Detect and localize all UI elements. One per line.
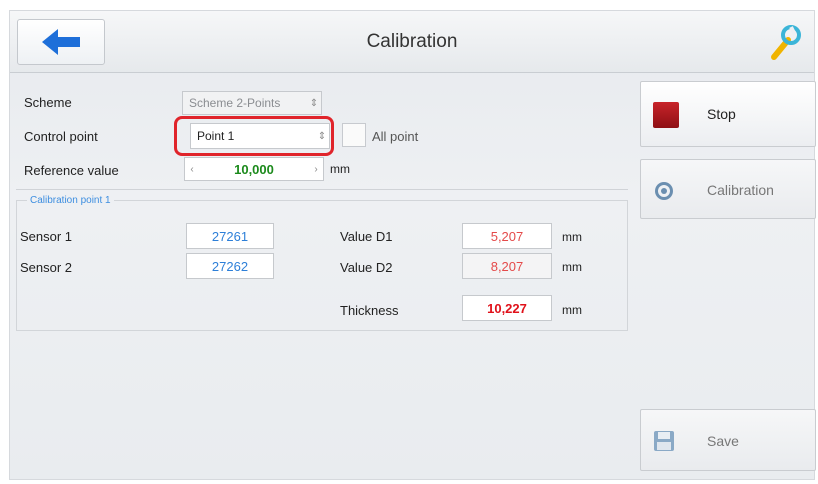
thickness-text: 10,227 [487,300,527,316]
increment-icon[interactable]: › [309,164,323,175]
control-point-select-value: Point 1 [197,129,235,143]
wrench-icon[interactable] [764,23,804,63]
scheme-select-value: Scheme 2-Points [189,96,281,110]
page-title: Calibration [366,31,458,52]
gear-icon [655,182,673,200]
sensor1-value-text: 27261 [211,228,249,244]
stop-square-icon [653,102,679,128]
value-d1-unit: mm [562,230,582,244]
scheme-select[interactable]: Scheme 2-Points ⇕ [182,91,322,115]
calibration-point-legend: Calibration point 1 [30,195,111,206]
value-d1-label: Value D1 [340,229,393,244]
save-button-label: Save [707,433,739,449]
value-d1-text: 5,207 [490,228,524,244]
select-arrows-icon: ⇕ [309,97,319,109]
save-button[interactable]: Save [640,409,816,471]
divider [16,189,628,190]
value-d2-label: Value D2 [340,260,393,275]
header-bar: Calibration [10,11,814,73]
value-d2-field: 8,207 [462,253,552,279]
floppy-disk-icon [654,431,674,451]
control-point-label: Control point [24,129,98,144]
select-arrows-icon: ⇕ [317,130,327,142]
reference-value-label: Reference value [24,163,119,178]
reference-value-spinner[interactable]: ‹ 10,000 › [184,157,324,181]
calibration-button-label: Calibration [707,182,774,198]
value-d2-unit: mm [562,260,582,274]
control-point-select[interactable]: Point 1 ⇕ [190,123,330,149]
calibration-button[interactable]: Calibration [640,159,816,219]
all-point-label: All point [372,129,419,144]
thickness-field: 10,227 [462,295,552,321]
value-d2-text: 8,207 [490,258,524,274]
decrement-icon[interactable]: ‹ [185,164,199,175]
arrow-left-icon [42,29,80,55]
stop-button[interactable]: Stop [640,81,816,147]
stop-button-label: Stop [707,106,736,122]
back-button[interactable] [17,19,105,65]
value-d1-field: 5,207 [462,223,552,249]
sensor2-value: 27262 [186,253,274,279]
reference-unit-text: mm [330,162,350,176]
calibration-screen: Calibration Scheme Scheme 2-Points ⇕ Con… [9,10,816,480]
sensor1-value: 27261 [186,223,274,249]
all-point-checkbox[interactable] [342,123,366,147]
scheme-label: Scheme [24,95,72,110]
reference-value: 10,000 [234,161,274,177]
sensor2-value-text: 27262 [211,258,249,274]
sensor1-label: Sensor 1 [20,229,73,244]
thickness-unit: mm [562,303,582,317]
thickness-label: Thickness [340,303,399,318]
sensor2-label: Sensor 2 [20,260,73,275]
